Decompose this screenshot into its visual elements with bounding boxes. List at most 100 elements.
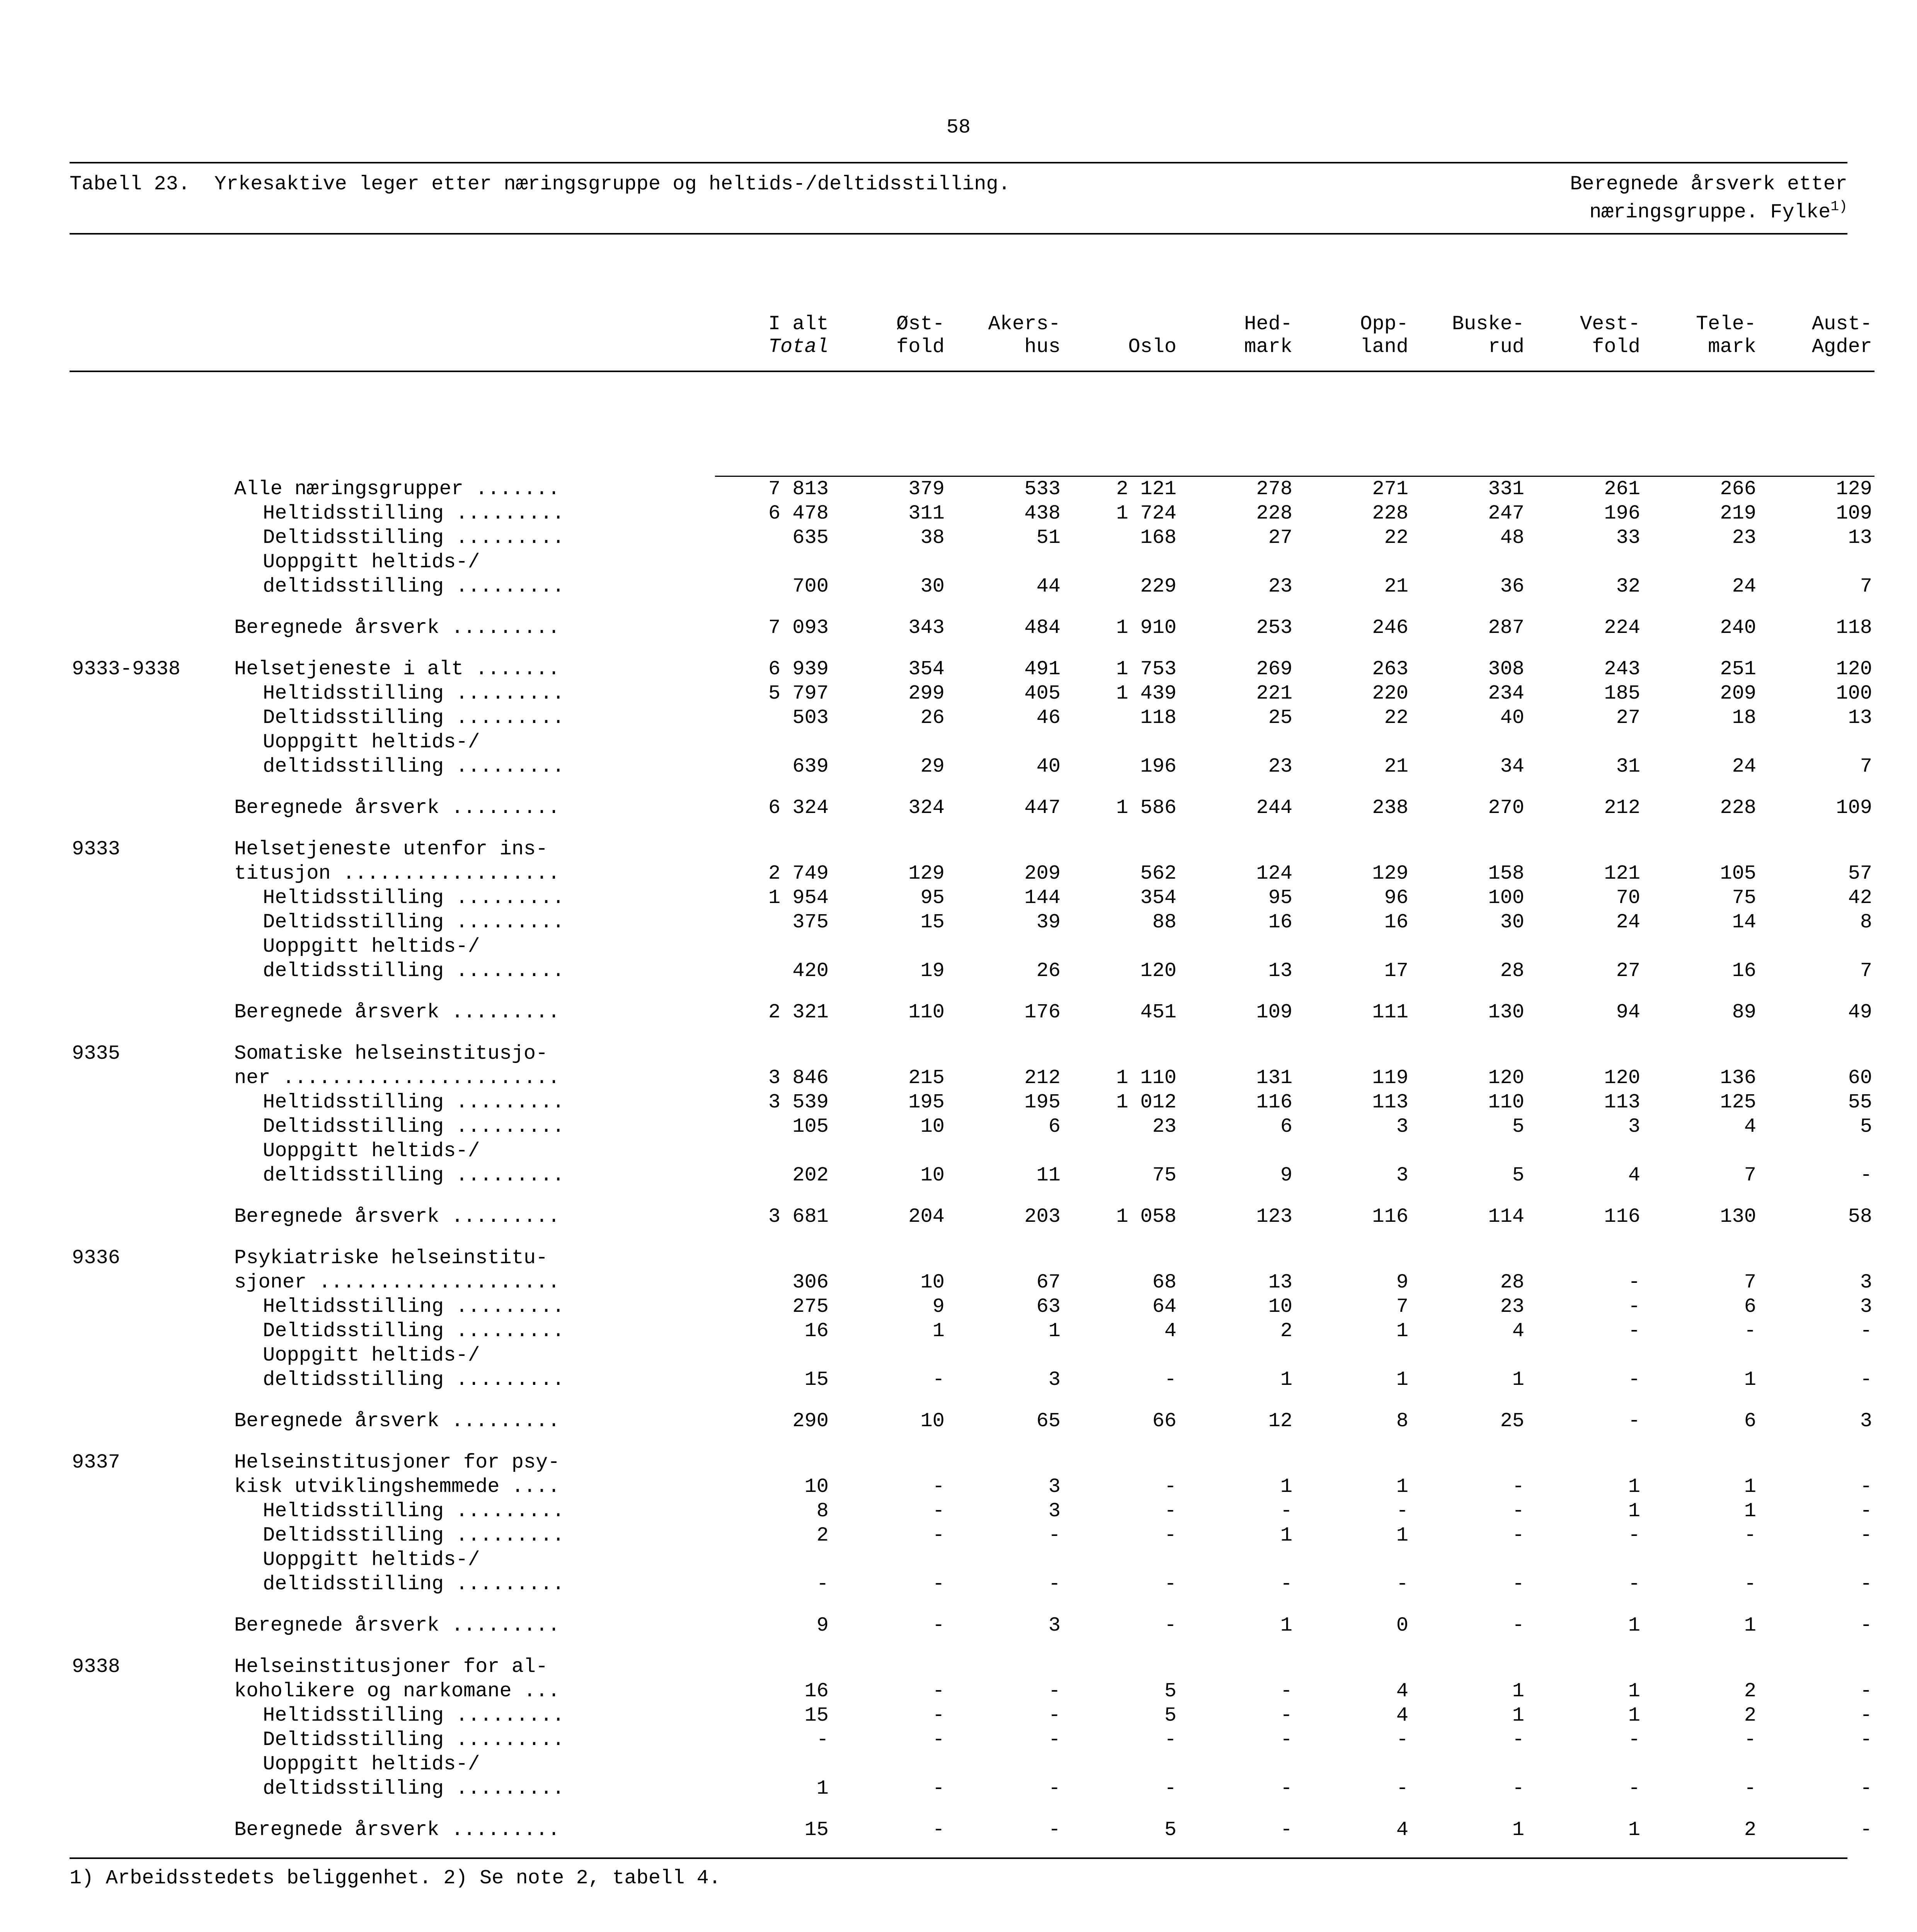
cell-value: - — [1643, 1319, 1759, 1343]
table-row: Alle næringsgrupper .......7 8133795332 … — [70, 476, 1874, 501]
row-label: Deltidsstilling ......... — [232, 526, 715, 550]
cell-value: 5 — [1411, 1114, 1527, 1139]
cell-value — [1643, 1041, 1759, 1066]
row-code: 9336 — [70, 1246, 232, 1270]
cell-value: 209 — [1643, 681, 1759, 706]
cell-value — [1759, 730, 1874, 754]
cell-value: - — [1643, 1572, 1759, 1596]
title-main: Yrkesaktive leger etter næringsgruppe og… — [214, 173, 1010, 196]
cell-value: 354 — [1063, 886, 1179, 910]
cell-value: 1 — [1527, 1613, 1643, 1638]
row-label: Beregnede årsverk ......... — [232, 616, 715, 640]
table-row: Uoppgitt heltids-/ — [70, 550, 1874, 574]
cell-value: 228 — [1295, 501, 1411, 526]
col-vest-a: Vest- — [1580, 313, 1640, 335]
table-row: Deltidsstilling .........635385116827224… — [70, 526, 1874, 550]
row-code — [70, 1475, 232, 1499]
cell-value: - — [1063, 1613, 1179, 1638]
row-code — [70, 1728, 232, 1752]
cell-value: 23 — [1179, 754, 1295, 779]
row-code — [70, 526, 232, 550]
row-label: Helseinstitusjoner for psy- — [232, 1450, 715, 1475]
row-label: Heltidsstilling ......... — [232, 1294, 715, 1319]
cell-value: 118 — [1759, 616, 1874, 640]
cell-value: 5 — [1411, 1163, 1527, 1187]
col-hed-a: Hed- — [1244, 313, 1292, 335]
cell-value: 113 — [1295, 1090, 1411, 1114]
cell-value: 7 — [1759, 754, 1874, 779]
cell-value: 15 — [831, 910, 947, 934]
cell-value: 9 — [831, 1294, 947, 1319]
cell-value — [715, 1655, 831, 1679]
row-code — [70, 886, 232, 910]
cell-value: - — [1527, 1776, 1643, 1801]
cell-value: 120 — [1759, 657, 1874, 681]
cell-value — [1063, 1450, 1179, 1475]
cell-value: 40 — [947, 754, 1063, 779]
cell-value — [1295, 1246, 1411, 1270]
cell-value — [1295, 837, 1411, 861]
row-label: Beregnede årsverk ......... — [232, 1000, 715, 1024]
cell-value: 215 — [831, 1066, 947, 1090]
cell-value: 308 — [1411, 657, 1527, 681]
cell-value: 2 — [715, 1523, 831, 1548]
cell-value: 275 — [715, 1294, 831, 1319]
cell-value: - — [831, 1475, 947, 1499]
cell-value — [1295, 1752, 1411, 1776]
cell-value: 16 — [715, 1319, 831, 1343]
row-code — [70, 616, 232, 640]
cell-value: 70 — [1527, 886, 1643, 910]
cell-value — [715, 837, 831, 861]
cell-value — [1759, 1450, 1874, 1475]
row-code — [70, 861, 232, 886]
cell-value — [1295, 1655, 1411, 1679]
cell-value: 44 — [947, 574, 1063, 599]
cell-value: 58 — [1759, 1204, 1874, 1229]
cell-value — [1411, 934, 1527, 959]
cell-value — [1411, 1548, 1527, 1572]
cell-value: 24 — [1527, 910, 1643, 934]
cell-value: 1 — [1179, 1523, 1295, 1548]
cell-value: - — [1759, 1523, 1874, 1548]
cell-value — [1643, 1655, 1759, 1679]
cell-value: 13 — [1179, 959, 1295, 983]
cell-value: 1 — [1527, 1818, 1643, 1842]
cell-value — [1411, 1343, 1527, 1367]
cell-value: 6 324 — [715, 796, 831, 820]
cell-value: 49 — [1759, 1000, 1874, 1024]
cell-value: 261 — [1527, 476, 1643, 501]
cell-value: 3 — [947, 1499, 1063, 1523]
cell-value: 438 — [947, 501, 1063, 526]
cell-value — [1179, 1655, 1295, 1679]
cell-value: - — [1063, 1728, 1179, 1752]
cell-value — [1527, 1041, 1643, 1066]
cell-value: 39 — [947, 910, 1063, 934]
cell-value: 105 — [715, 1114, 831, 1139]
cell-value: 3 — [947, 1613, 1063, 1638]
table-row: Deltidsstilling .........375153988161630… — [70, 910, 1874, 934]
cell-value: 635 — [715, 526, 831, 550]
cell-value: 66 — [1063, 1409, 1179, 1433]
cell-value: 114 — [1411, 1204, 1527, 1229]
row-label: Heltidsstilling ......... — [232, 1499, 715, 1523]
cell-value — [1411, 1450, 1527, 1475]
cell-value: 144 — [947, 886, 1063, 910]
cell-value — [1411, 1139, 1527, 1163]
cell-value: 6 478 — [715, 501, 831, 526]
cell-value — [947, 1343, 1063, 1367]
col-ialt-a: I alt — [768, 313, 829, 335]
cell-value — [1643, 1548, 1759, 1572]
col-oslo: Oslo — [1128, 335, 1176, 358]
cell-value: - — [1179, 1728, 1295, 1752]
table-head: I altTotal Øst-fold Akers-hus Oslo Hed-m… — [70, 312, 1874, 476]
title-footnote-ref: 1) — [1830, 199, 1847, 214]
cell-value: 4 — [1295, 1679, 1411, 1703]
cell-value: - — [715, 1572, 831, 1596]
cell-value: 131 — [1179, 1066, 1295, 1090]
row-label: deltidsstilling ......... — [232, 754, 715, 779]
row-label: Heltidsstilling ......... — [232, 1090, 715, 1114]
table-row: deltidsstilling .........700304422923213… — [70, 574, 1874, 599]
cell-value — [1527, 1246, 1643, 1270]
cell-value — [1179, 1343, 1295, 1367]
cell-value: - — [1759, 1367, 1874, 1392]
